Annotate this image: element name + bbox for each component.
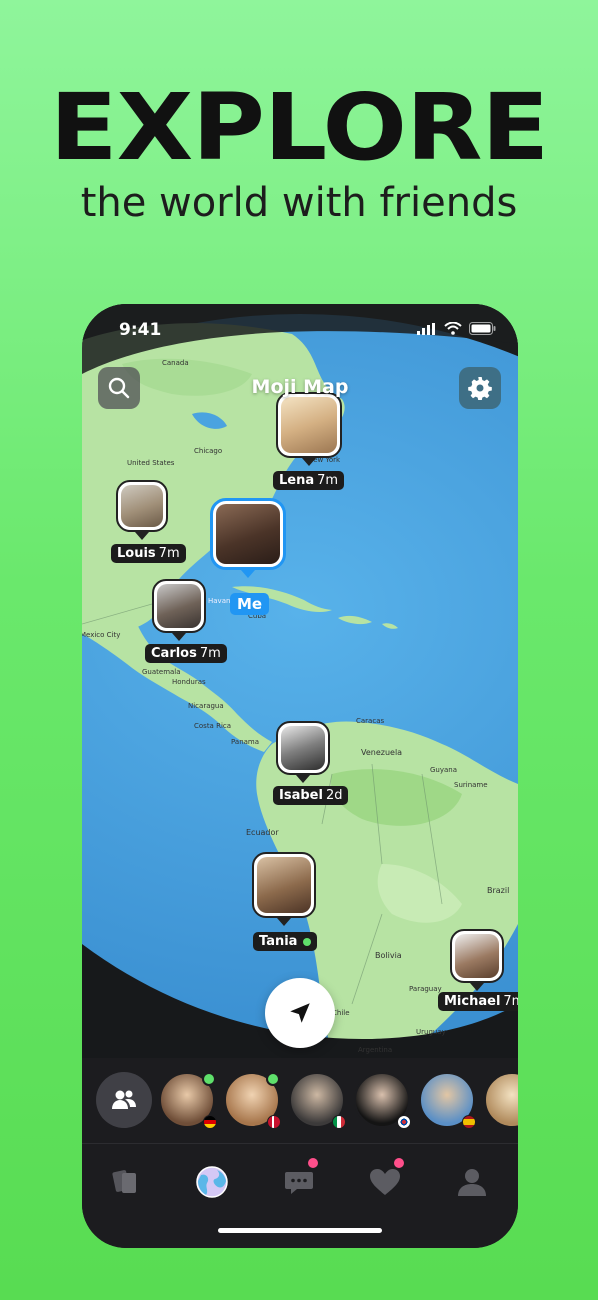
map-label-honduras: Honduras bbox=[172, 678, 206, 686]
phone-frame: 9:41 Moji Map Canada United States Chica… bbox=[82, 304, 518, 1248]
friend-label-tania: Tania bbox=[253, 932, 318, 951]
gear-icon bbox=[468, 377, 492, 400]
map-label-costa-rica: Costa Rica bbox=[194, 722, 232, 730]
friend-avatar-6[interactable] bbox=[484, 1072, 518, 1128]
cards-icon bbox=[112, 1170, 136, 1193]
tab-map[interactable] bbox=[192, 1162, 232, 1202]
likes-badge bbox=[392, 1156, 406, 1170]
my-location-label: Me bbox=[230, 593, 270, 615]
map-label-caracas: Caracas bbox=[356, 717, 385, 725]
friend-label-michael: Michael7m bbox=[438, 992, 518, 1011]
tab-cards[interactable] bbox=[106, 1162, 146, 1202]
south-korea-flag-icon bbox=[397, 1115, 411, 1129]
map-label-united-states: United States bbox=[127, 459, 175, 467]
map-label-ecuador: Ecuador bbox=[246, 828, 279, 837]
people-icon bbox=[112, 1090, 136, 1109]
online-indicator bbox=[202, 1072, 216, 1086]
status-time: 9:41 bbox=[119, 320, 162, 340]
spain-flag-icon bbox=[462, 1115, 476, 1129]
map-label-argentina: Argentina bbox=[358, 1046, 393, 1054]
denmark-flag-icon bbox=[267, 1115, 281, 1129]
map-label-panama: Panama bbox=[231, 738, 260, 746]
map-view[interactable]: 9:41 Moji Map Canada United States Chica… bbox=[82, 304, 518, 1058]
friend-label-louis: Louis 7m bbox=[111, 544, 186, 563]
friend-label-lena: Lena 7m bbox=[273, 471, 345, 490]
map-label-bolivia: Bolivia bbox=[375, 951, 402, 960]
recenter-location-button[interactable] bbox=[265, 978, 335, 1048]
map-label-guatemala: Guatemala bbox=[142, 668, 181, 676]
friend-label-carlos: Carlos 7m bbox=[145, 644, 227, 663]
map-label-paraguay: Paraguay bbox=[409, 985, 442, 993]
friend-pin-lena[interactable] bbox=[276, 392, 342, 466]
profile-icon bbox=[458, 1169, 486, 1196]
map-label-chicago: Chicago bbox=[194, 447, 223, 455]
map-label-suriname: Suriname bbox=[454, 781, 488, 789]
online-dot bbox=[303, 937, 312, 946]
home-indicator[interactable] bbox=[218, 1228, 382, 1233]
map-label-brazil: Brazil bbox=[487, 886, 510, 895]
my-location-pin[interactable] bbox=[210, 498, 286, 578]
map-title: Moji Map bbox=[251, 376, 349, 398]
friend-pin-tania[interactable] bbox=[252, 852, 316, 926]
tab-profile[interactable] bbox=[452, 1162, 492, 1202]
settings-button[interactable] bbox=[459, 367, 501, 409]
chat-icon bbox=[285, 1172, 313, 1194]
wifi-icon bbox=[444, 322, 462, 335]
friend-pin-carlos[interactable] bbox=[152, 579, 206, 641]
map-label-venezuela: Venezuela bbox=[361, 748, 403, 757]
friend-label-isabel: Isabel 2d bbox=[273, 786, 349, 805]
online-indicator bbox=[266, 1072, 280, 1086]
friend-pin-louis[interactable] bbox=[116, 480, 168, 540]
tab-bar bbox=[82, 1144, 518, 1248]
map-label-canada: Canada bbox=[162, 359, 189, 367]
promo-subline: the world with friends bbox=[80, 180, 518, 226]
map-label-uruguay: Uruguay bbox=[416, 1028, 446, 1036]
map-label-guyana: Guyana bbox=[430, 766, 458, 774]
friends-strip[interactable] bbox=[82, 1058, 518, 1144]
chat-badge bbox=[306, 1156, 320, 1170]
map-label-mexico-city: Mexico City bbox=[82, 631, 121, 639]
italy-flag-icon bbox=[332, 1115, 346, 1129]
friend-pin-isabel[interactable] bbox=[276, 721, 330, 783]
friends-list-button[interactable] bbox=[96, 1072, 152, 1128]
friend-pin-michael[interactable] bbox=[450, 929, 504, 991]
globe-icon bbox=[196, 1166, 228, 1198]
signal-icon bbox=[417, 322, 435, 335]
status-bar: 9:41 bbox=[82, 304, 518, 354]
navigation-arrow-icon bbox=[290, 1003, 310, 1023]
promo-headline: EXPLORE bbox=[49, 74, 549, 181]
germany-flag-icon bbox=[203, 1115, 217, 1129]
map-label-nicaragua: Nicaragua bbox=[188, 702, 224, 710]
battery-icon bbox=[469, 322, 496, 335]
heart-icon bbox=[370, 1169, 400, 1195]
